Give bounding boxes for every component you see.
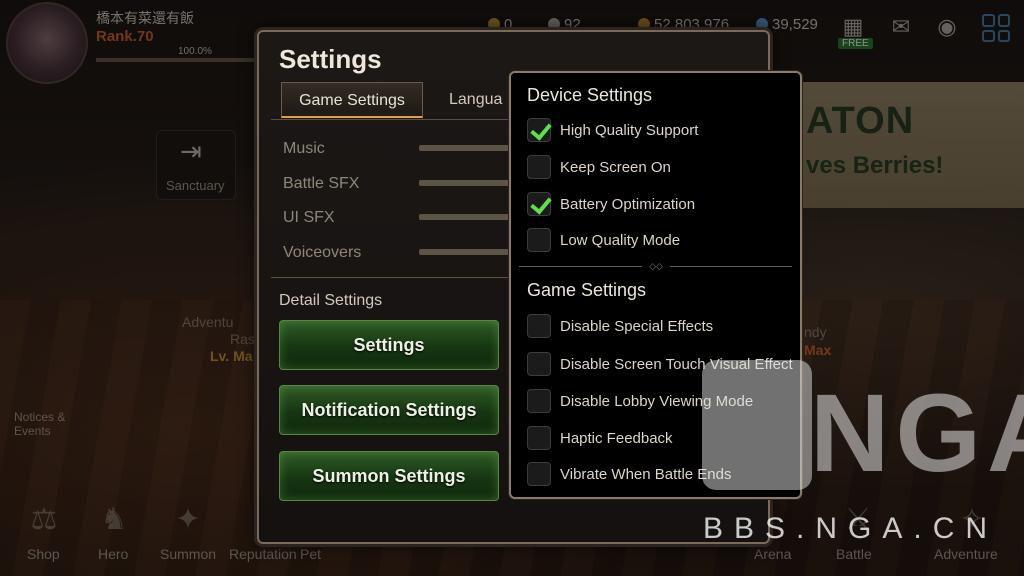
- watermark-url: BBS.NGA.CN: [703, 512, 999, 545]
- volume-label-music: Music: [283, 140, 325, 157]
- option-label: High Quality Support: [560, 121, 699, 139]
- volume-slider-voiceovers[interactable]: [419, 249, 519, 255]
- option-vibrate-when-battle-ends[interactable]: Vibrate When Battle Ends: [527, 462, 732, 486]
- option-disable-special-effects[interactable]: Disable Special Effects: [527, 314, 713, 338]
- checkbox-unchecked[interactable]: [527, 352, 551, 376]
- option-low-quality-mode[interactable]: Low Quality Mode: [527, 228, 680, 252]
- device-settings-heading: Device Settings: [527, 85, 653, 105]
- volume-slider-ui-sfx[interactable]: [419, 214, 519, 220]
- option-label: Haptic Feedback: [560, 429, 673, 447]
- option-label: Low Quality Mode: [560, 231, 681, 249]
- section-divider: [271, 277, 511, 278]
- settings-title: Settings: [279, 44, 382, 74]
- volume-slider-battle-sfx[interactable]: [419, 180, 519, 186]
- option-label: Keep Screen On: [560, 158, 671, 176]
- checkbox-unchecked[interactable]: [527, 426, 551, 450]
- checkbox-unchecked[interactable]: [527, 462, 551, 486]
- checkbox-checked[interactable]: [527, 118, 551, 142]
- game-settings-heading: Game Settings: [527, 280, 647, 300]
- summon-settings-button[interactable]: Summon Settings: [279, 451, 499, 501]
- watermark-text: NGA: [810, 372, 1024, 495]
- detail-settings-label: Detail Settings: [279, 292, 383, 309]
- checkbox-unchecked[interactable]: [527, 228, 551, 252]
- checkbox-unchecked[interactable]: [527, 155, 551, 179]
- option-battery-optimization[interactable]: Battery Optimization: [527, 192, 695, 216]
- checkbox-unchecked[interactable]: [527, 389, 551, 413]
- option-label: Battery Optimization: [560, 195, 696, 213]
- option-haptic-feedback[interactable]: Haptic Feedback: [527, 426, 673, 450]
- option-high-quality-support[interactable]: High Quality Support: [527, 118, 698, 142]
- option-label: Disable Special Effects: [560, 317, 714, 335]
- tab-game-settings[interactable]: Game Settings: [281, 82, 423, 118]
- volume-slider-music[interactable]: [419, 145, 519, 151]
- checkbox-checked[interactable]: [527, 192, 551, 216]
- volume-label-ui-sfx: UI SFX: [283, 209, 335, 226]
- volume-label-battle-sfx: Battle SFX: [283, 175, 360, 192]
- settings-button[interactable]: Settings: [279, 320, 499, 370]
- checkbox-unchecked[interactable]: [527, 314, 551, 338]
- notification-settings-button[interactable]: Notification Settings: [279, 385, 499, 435]
- watermark-logo: [702, 360, 812, 490]
- ornament-icon: ◇◇: [642, 261, 670, 271]
- option-keep-screen-on[interactable]: Keep Screen On: [527, 155, 671, 179]
- volume-label-voiceovers: Voiceovers: [283, 244, 362, 261]
